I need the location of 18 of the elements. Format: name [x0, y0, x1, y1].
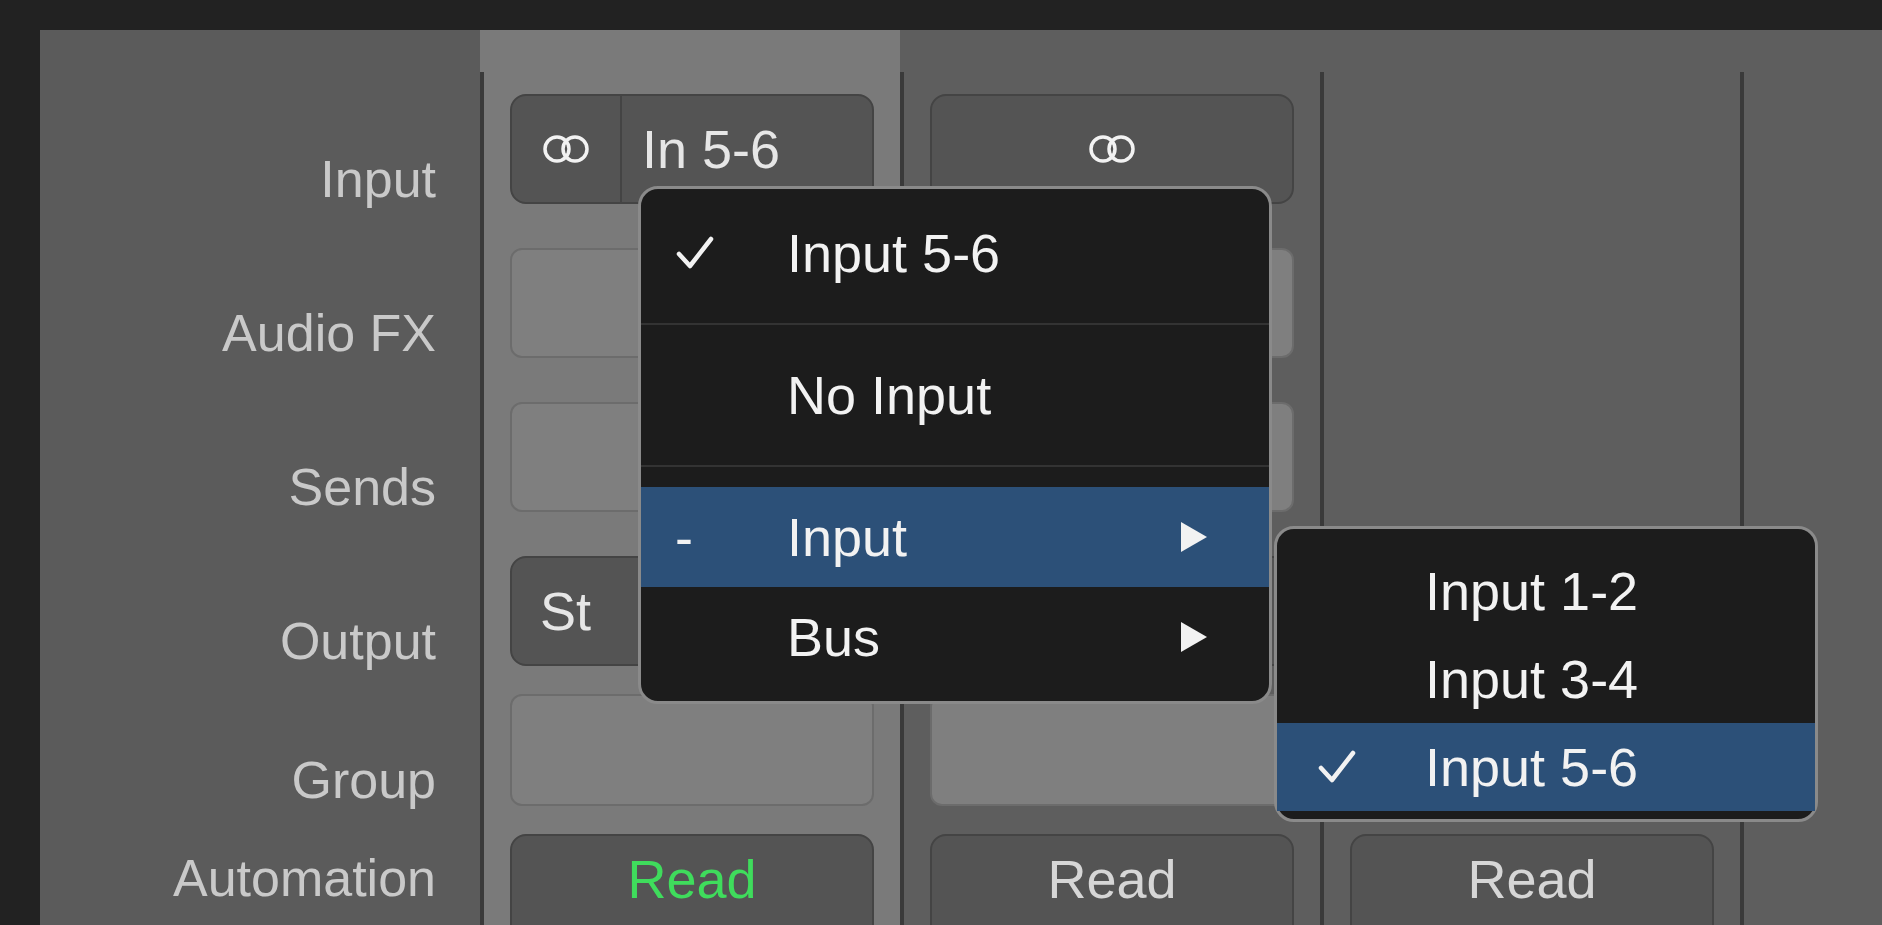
menu-item-label: Bus [787, 610, 882, 664]
row-label: Sends [288, 461, 436, 513]
automation-button[interactable]: Read [930, 834, 1294, 925]
menu-item[interactable]: Input 1-2 [1277, 547, 1815, 635]
row-label: Automation [172, 852, 436, 904]
menu-item[interactable]: - Input [641, 487, 1269, 587]
automation-button[interactable]: Read [510, 834, 874, 925]
mixed-state-mark: - [675, 510, 693, 564]
input-button[interactable]: In 5-6 [510, 94, 874, 204]
row-label: Audio FX [222, 307, 436, 359]
menu-item[interactable]: Input 3-4 [1277, 635, 1815, 723]
menu-item[interactable]: Input 5-6 [1277, 723, 1815, 811]
menu-item[interactable]: Input 5-6 [641, 203, 1269, 303]
input-label: In 5-6 [641, 122, 781, 176]
menu-item[interactable]: No Input [641, 345, 1269, 445]
group-slot[interactable] [510, 694, 874, 806]
menu-item[interactable]: Bus [641, 587, 1269, 687]
automation-button[interactable]: Read [1350, 834, 1714, 925]
